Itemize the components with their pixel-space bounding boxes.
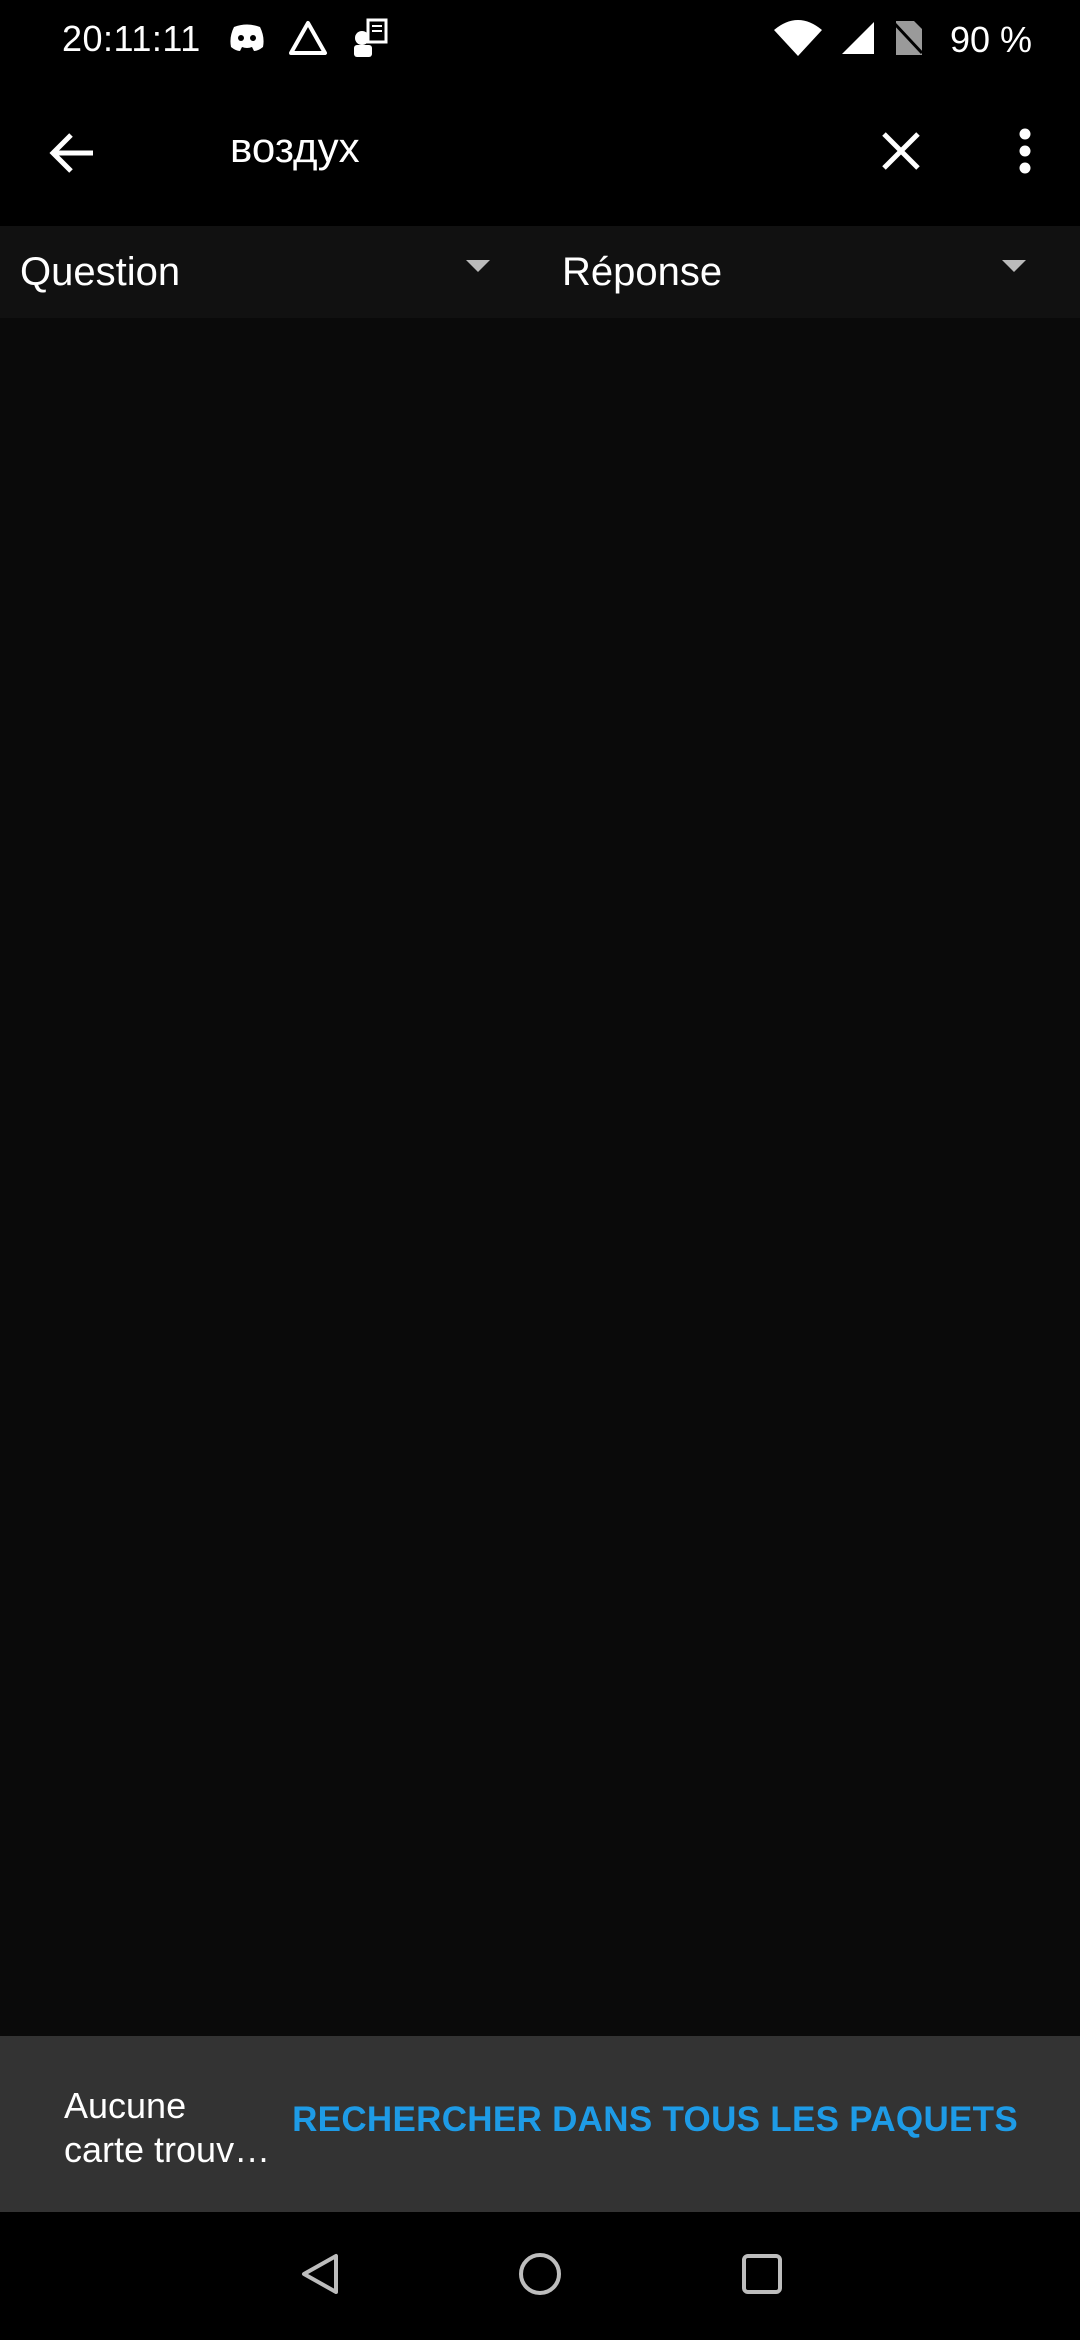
more-options-button[interactable] xyxy=(1000,118,1050,188)
answer-column-label: Réponse xyxy=(562,249,723,294)
snackbar: Aucune carte trouv… RECHERCHER DANS TOUS… xyxy=(0,2036,1080,2212)
no-sim-icon xyxy=(892,19,924,62)
arrow-back-icon xyxy=(49,131,97,180)
navigation-bar xyxy=(0,2212,1080,2340)
snackbar-message-line2: carte trouv… xyxy=(64,2129,271,2170)
status-time: 20:11:11 xyxy=(62,18,201,59)
wifi-icon xyxy=(772,18,824,63)
column-header: Question Réponse xyxy=(0,226,1080,318)
nav-recents-button[interactable] xyxy=(732,2246,792,2306)
answer-column-dropdown[interactable]: Réponse xyxy=(562,226,1042,318)
card-list[interactable] xyxy=(0,318,1080,2036)
search-toolbar: воздух xyxy=(0,80,1080,226)
nav-home-icon xyxy=(516,2250,564,2303)
battery-percentage: 90 % xyxy=(949,19,1032,60)
notification-icons xyxy=(228,18,390,63)
discord-icon xyxy=(228,23,266,58)
nav-back-icon xyxy=(298,2250,342,2303)
status-bar: 20:11:11 90 % xyxy=(0,0,1080,80)
more-vert-icon xyxy=(1018,128,1032,179)
back-button[interactable] xyxy=(38,120,108,190)
search-input[interactable]: воздух xyxy=(230,124,360,172)
nav-recents-icon xyxy=(740,2252,784,2301)
clear-search-button[interactable] xyxy=(866,118,936,188)
warning-triangle-icon xyxy=(288,20,328,61)
dropdown-arrow-icon xyxy=(466,260,490,272)
nav-back-button[interactable] xyxy=(290,2246,350,2306)
dropdown-arrow-icon xyxy=(1002,260,1026,272)
question-column-label: Question xyxy=(20,249,181,294)
search-all-decks-button[interactable]: RECHERCHER DANS TOUS LES PAQUETS xyxy=(292,2100,1018,2140)
close-icon xyxy=(881,131,921,176)
status-indicators: 90 % xyxy=(772,18,1032,62)
snackbar-message-line1: Aucune xyxy=(64,2085,187,2126)
snackbar-message: Aucune carte trouv… xyxy=(64,2084,294,2172)
cell-signal-icon xyxy=(840,20,876,61)
nav-home-button[interactable] xyxy=(510,2246,570,2306)
app-notification-icon xyxy=(350,18,390,63)
question-column-dropdown[interactable]: Question xyxy=(20,226,500,318)
